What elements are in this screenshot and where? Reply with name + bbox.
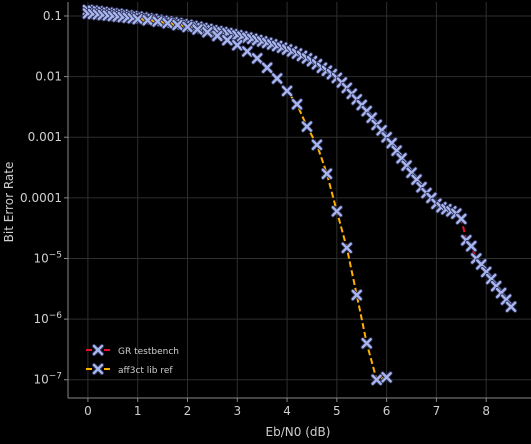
y-axis-label: Bit Error Rate bbox=[2, 162, 16, 243]
y-tick-label: 0.1 bbox=[43, 9, 62, 23]
data-point-marker bbox=[504, 300, 518, 313]
x-tick-label: 8 bbox=[482, 404, 490, 418]
x-tick-label: 4 bbox=[283, 404, 291, 418]
legend-label: aff3ct lib ref bbox=[118, 366, 173, 376]
x-tick-label: 1 bbox=[134, 404, 142, 418]
data-point-marker bbox=[251, 52, 264, 65]
chart-svg: 0 1 2 3 4 5 6 7 810−710−610−50.00010.0010.010.1 … bbox=[0, 0, 531, 440]
data-point-marker bbox=[380, 371, 393, 384]
data-point-marker bbox=[310, 138, 324, 151]
data-point-marker bbox=[300, 120, 314, 133]
x-tick-label: 2 bbox=[184, 404, 192, 418]
x-axis-label: Eb/N0 (dB) bbox=[266, 425, 331, 439]
data-point-marker bbox=[171, 18, 184, 32]
data-point-marker bbox=[261, 61, 274, 74]
data-point-marker bbox=[360, 337, 373, 350]
legend-marker bbox=[91, 343, 105, 357]
legend-marker bbox=[91, 362, 105, 376]
data-point-marker bbox=[161, 17, 174, 30]
y-tick-label: 0.01 bbox=[35, 70, 62, 84]
data-point-marker bbox=[280, 84, 294, 98]
data-point-marker bbox=[455, 212, 468, 225]
ber-chart: 0 1 2 3 4 5 6 7 8 10−7 10−6 10−5 0.0001 0.001 0.01 0.1 … bbox=[0, 0, 531, 440]
y-tick-label: 0.0001 bbox=[20, 191, 62, 205]
data-point-marker bbox=[350, 288, 363, 302]
legend-label: GR testbench bbox=[118, 347, 179, 357]
data-point-marker bbox=[290, 98, 304, 111]
data-point-marker bbox=[320, 167, 333, 180]
data-point-marker bbox=[141, 14, 154, 27]
data-point-marker bbox=[131, 12, 144, 26]
x-tick-label: 0 bbox=[84, 404, 92, 418]
data-point-marker bbox=[465, 240, 478, 253]
x-tick-label: 5 bbox=[333, 404, 341, 418]
data-point-marker bbox=[231, 39, 244, 52]
y-tick-label: 0.001 bbox=[28, 130, 62, 144]
data-point-marker bbox=[221, 33, 234, 47]
x-tick-label: 7 bbox=[433, 404, 441, 418]
data-point-marker bbox=[330, 205, 343, 218]
data-point-marker bbox=[370, 373, 383, 386]
data-point-marker bbox=[181, 20, 194, 34]
data-point-marker bbox=[270, 72, 284, 85]
data-point-marker bbox=[340, 241, 353, 254]
x-tick-label: 3 bbox=[233, 404, 241, 418]
data-point-marker bbox=[211, 29, 224, 42]
data-point-marker bbox=[191, 23, 204, 36]
data-point-marker bbox=[151, 15, 164, 28]
data-point-marker bbox=[241, 45, 254, 58]
x-tick-label: 6 bbox=[383, 404, 391, 418]
data-point-marker bbox=[201, 26, 214, 39]
